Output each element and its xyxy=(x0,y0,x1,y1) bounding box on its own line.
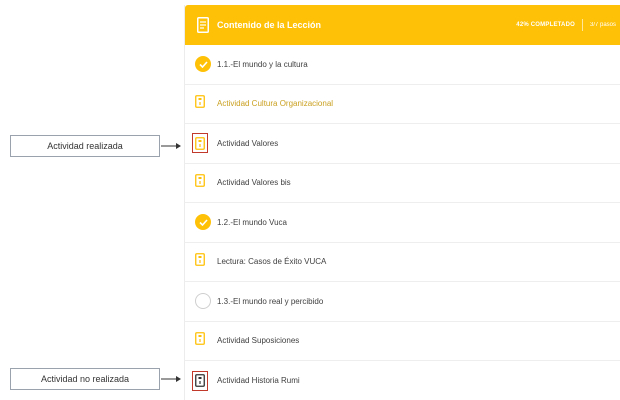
lesson-item-actividad-cultura-organizacional[interactable]: Actividad Cultura Organizacional xyxy=(185,85,620,124)
lesson-content-panel: Contenido de la Lección 42% COMPLETADO 3… xyxy=(184,5,620,400)
callout-actividad-no-realizada: Actividad no realizada xyxy=(10,368,160,390)
lesson-item-label: 1.2.-El mundo Vuca xyxy=(217,217,287,227)
arrow-icon xyxy=(161,143,181,149)
lesson-item-el-mundo-y-la-cultura[interactable]: 1.1.-El mundo y la cultura xyxy=(185,45,620,85)
steps-label: 3/7 pasos xyxy=(590,22,617,28)
lesson-item-actividad-valores-bis[interactable]: Actividad Valores bis xyxy=(185,164,620,203)
check-icon xyxy=(195,56,211,73)
document-icon xyxy=(195,173,205,192)
lesson-item-actividad-suposiciones[interactable]: Actividad Suposiciones xyxy=(185,322,620,361)
check-icon xyxy=(195,214,211,231)
lesson-list: 1.1.-El mundo y la cultura Actividad Cul… xyxy=(185,45,620,400)
empty-circle-icon xyxy=(195,293,211,310)
lesson-item-actividad-historia-rumi[interactable]: Actividad Historia Rumi xyxy=(185,361,620,400)
lesson-item-label: 1.1.-El mundo y la cultura xyxy=(217,59,308,69)
lesson-header: Contenido de la Lección 42% COMPLETADO 3… xyxy=(185,5,620,45)
header-divider xyxy=(582,19,583,31)
lesson-item-label: Lectura: Casos de Éxito VUCA xyxy=(217,257,327,267)
document-icon xyxy=(197,16,211,34)
callout-actividad-realizada: Actividad realizada xyxy=(10,135,160,157)
lesson-title: Contenido de la Lección xyxy=(217,20,322,30)
lesson-item-label: Actividad Valores bis xyxy=(217,178,291,188)
document-icon xyxy=(192,370,208,391)
lesson-item-el-mundo-vuca[interactable]: 1.2.-El mundo Vuca xyxy=(185,203,620,243)
lesson-item-label: Actividad Cultura Organizacional xyxy=(217,99,334,109)
lesson-item-lectura-casos-de-exito-vuca[interactable]: Lectura: Casos de Éxito VUCA xyxy=(185,243,620,282)
arrow-icon xyxy=(161,376,181,382)
lesson-item-label: Actividad Valores xyxy=(217,138,279,148)
document-icon xyxy=(195,331,205,350)
document-icon xyxy=(192,133,208,154)
lesson-item-actividad-valores[interactable]: Actividad Valores xyxy=(185,124,620,164)
document-icon xyxy=(195,252,205,271)
document-icon xyxy=(195,94,205,113)
lesson-item-label: Actividad Historia Rumi xyxy=(217,376,300,386)
lesson-item-label: Actividad Suposiciones xyxy=(217,336,300,346)
lesson-item-el-mundo-real-y-percibido[interactable]: 1.3.-El mundo real y percibido xyxy=(185,282,620,322)
progress-label: 42% COMPLETADO xyxy=(516,22,575,28)
lesson-item-label: 1.3.-El mundo real y percibido xyxy=(217,296,324,306)
